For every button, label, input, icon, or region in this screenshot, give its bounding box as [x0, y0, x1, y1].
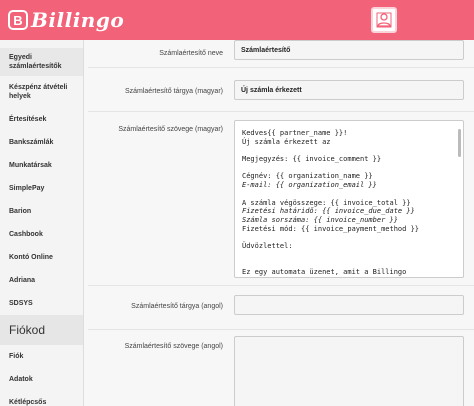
name-input[interactable]: Számlaértesítő — [234, 40, 464, 60]
body-hu-line: A számla végösszege: {{ invoice_total }} — [242, 198, 411, 207]
body-hu-textarea[interactable]: Kedves{{ partner_name }}! Új számla érke… — [234, 120, 464, 278]
body-hu-line: Fizetési határidő: {{ invoice_due_date }… — [242, 207, 415, 216]
body-hu-line — [242, 251, 456, 260]
body-hu-line — [242, 146, 456, 155]
form-row-subject-en: Számlaértesítő tárgya (angol) — [88, 286, 474, 330]
body-hu-line: Ez egy automata üzenet, amit a Billingo — [242, 268, 407, 276]
body-hu-line — [242, 259, 456, 268]
top-bar: B Billingo — [0, 0, 474, 40]
sidebar-item-fiok[interactable]: Fiók — [0, 345, 83, 368]
sidebar-item-simplepay[interactable]: SimplePay — [0, 177, 83, 200]
body-hu-line: Új számla érkezett az — [242, 137, 331, 146]
body-en-textarea[interactable] — [234, 336, 464, 406]
form-row-subject-hu: Számlaértesítő tárgya (magyar) Új számla… — [88, 68, 474, 112]
settings-sidebar: Egyedi számlaértesítők Készpénz átvételi… — [0, 40, 84, 406]
sidebar-section-fiokod: Fiókod — [0, 315, 83, 345]
billingo-logo-icon: B — [8, 10, 28, 30]
sidebar-item-konto-online[interactable]: Kontó Online — [0, 246, 83, 269]
body-hu-line — [242, 233, 456, 242]
body-hu-line: E-mail: {{ organization_email }} — [242, 181, 377, 190]
body-hu-line: Kedves{{ partner_name }}! — [242, 129, 348, 137]
body-hu-line: Fizetési mód: {{ invoice_payment_method … — [242, 224, 420, 233]
sidebar-item-munkatarsak[interactable]: Munkatársak — [0, 154, 83, 177]
textarea-scrollbar[interactable] — [458, 129, 461, 157]
subject-hu-label: Számlaértesítő tárgya (magyar) — [124, 88, 223, 95]
sidebar-item-keszpenz-atveteli-helyek[interactable]: Készpénz átvételi helyek — [0, 76, 83, 108]
subject-en-input[interactable] — [234, 295, 464, 315]
form-row-body-en: Számlaértesítő szövege (angol) — [88, 330, 474, 406]
body-hu-line: Üdvözlettel: — [242, 241, 293, 250]
body-hu-line — [242, 190, 456, 199]
form-row-body-hu: Számlaértesítő szövege (magyar) Kedves{{… — [88, 112, 474, 286]
billingo-logo[interactable]: B Billingo — [8, 7, 124, 33]
body-en-label: Számlaértesítő szövege (angol) — [124, 343, 223, 350]
sidebar-item-egyedi-szamlaertesitok[interactable]: Egyedi számlaértesítők — [0, 48, 83, 76]
body-hu-line: Számla sorszáma: {{ invoice_number }} — [242, 215, 398, 224]
sidebar-item-ketlepcsos-bejelentkezes[interactable]: Kétlépcsős bejelentkezés — [0, 391, 83, 406]
sidebar-item-bankszamlak[interactable]: Bankszámlák — [0, 131, 83, 154]
sidebar-item-adatok[interactable]: Adatok — [0, 368, 83, 391]
body-hu-line: Cégnév: {{ organization_name }} — [242, 172, 373, 181]
body-hu-line — [242, 164, 456, 173]
form-row-name: Számlaértesítő neve Számlaértesítő — [88, 40, 474, 68]
logo-text: Billingo — [31, 8, 125, 32]
notification-form: Számlaértesítő neve Számlaértesítő Száml… — [84, 40, 474, 406]
subject-hu-input[interactable]: Új számla érkezett — [234, 80, 464, 100]
user-menu-button[interactable] — [371, 7, 397, 33]
body-hu-label: Számlaértesítő szövege (magyar) — [118, 126, 223, 133]
name-label: Számlaértesítő neve — [159, 50, 223, 57]
sidebar-item-ertesitesek[interactable]: Értesítések — [0, 108, 83, 131]
sidebar-item-barion[interactable]: Barion — [0, 200, 83, 223]
sidebar-item-sdsys[interactable]: SDSYS — [0, 292, 83, 315]
subject-en-label: Számlaértesítő tárgya (angol) — [131, 303, 223, 310]
user-icon — [376, 12, 392, 28]
sidebar-item-cashbook[interactable]: Cashbook — [0, 223, 83, 246]
sidebar-item-adriana[interactable]: Adriana — [0, 269, 83, 292]
body-hu-line: Megjegyzés: {{ invoice_comment }} — [242, 155, 382, 164]
